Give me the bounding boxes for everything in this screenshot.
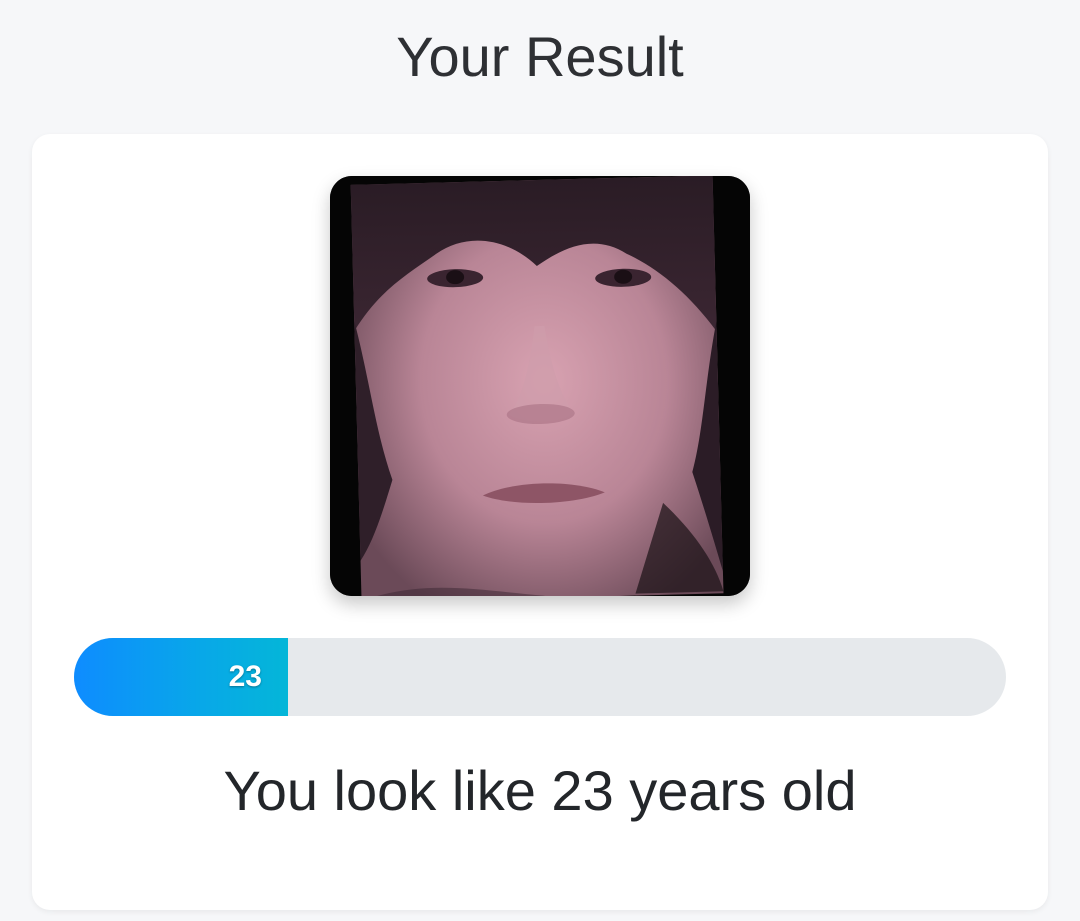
age-result-message: You look like 23 years old — [223, 759, 857, 822]
age-progress-fill: 23 — [74, 638, 288, 716]
result-page: Your Result 23 You look like 23 years ol… — [0, 0, 1080, 921]
face-image — [330, 176, 750, 596]
age-progress-bar: 23 — [74, 638, 1006, 716]
age-progress-value: 23 — [228, 660, 262, 693]
face-photo — [330, 176, 750, 596]
result-card: 23 You look like 23 years old — [32, 134, 1048, 910]
page-title: Your Result — [396, 25, 684, 88]
